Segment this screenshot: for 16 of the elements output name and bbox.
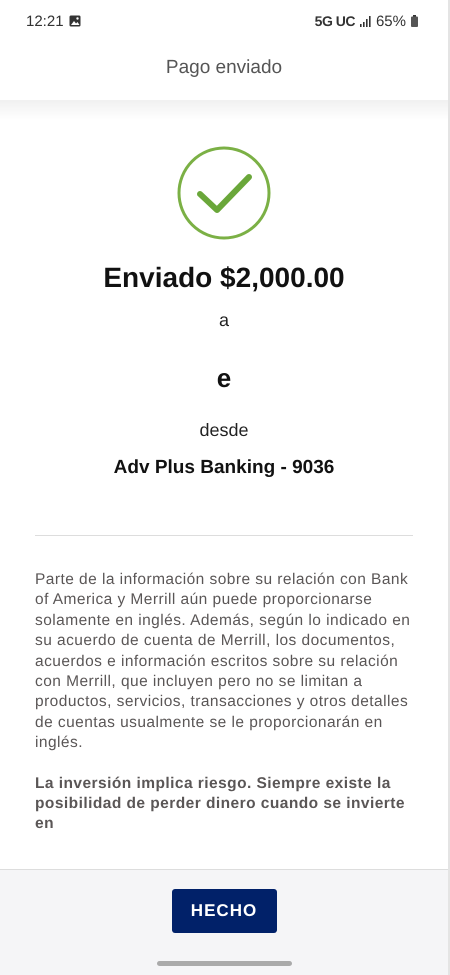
disclosure-text: Parte de la información sobre su relación con Bank of America y Merrill aún puede proporcionarse solamente en inglés. Además, según lo indicado en su acuerdo de cuenta de Merrill, los documentos, acuerdos e información escritos sobre su relación con Merrill, que incluyen pero no se limitan a productos, servicios, transacciones y otros detalles de cuentas usualmente se le proporcionarán en inglés. xyxy=(35,570,412,754)
status-time: 12:21 xyxy=(26,12,64,30)
page-title: Pago enviado xyxy=(166,57,282,80)
from-label: desde xyxy=(199,420,249,441)
to-label: a xyxy=(218,310,229,331)
battery-icon xyxy=(411,15,418,27)
account-name: Adv Plus Banking - 9036 xyxy=(114,457,334,479)
home-indicator[interactable] xyxy=(156,961,292,966)
signal-icon xyxy=(360,16,371,26)
amount-sent: Enviado $2,000.00 xyxy=(103,262,345,294)
disclosure-text: La inversión implica riesgo. Siempre existe la posibilidad de perder dinero cuando se invierte en xyxy=(35,774,406,834)
done-button[interactable]: HECHO xyxy=(172,889,276,933)
image-icon xyxy=(68,15,81,27)
network-label: 5G UC xyxy=(314,13,355,29)
recipient-name: e xyxy=(216,363,232,394)
battery-percent: 65% xyxy=(376,12,406,30)
